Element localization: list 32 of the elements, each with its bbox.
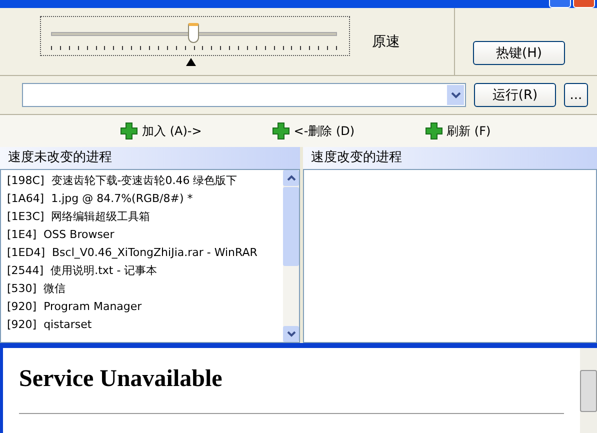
dropdown-icon[interactable] <box>447 85 464 105</box>
slider-thumb[interactable] <box>188 22 199 42</box>
plus-icon <box>424 122 443 140</box>
process-item[interactable]: [1ED4] Bscl_V0.46_XiTongZhiJia.rar - WinRAR <box>7 244 283 262</box>
scrollbar[interactable] <box>580 348 597 433</box>
position-marker-icon <box>186 58 196 66</box>
plus-icon <box>272 122 290 140</box>
speed-label: 原速 <box>372 32 400 50</box>
plus-icon <box>120 122 138 140</box>
panel-header: 速度改变的进程 <box>303 147 597 169</box>
panel-header: 速度未改变的进程 <box>0 147 300 169</box>
close-button[interactable] <box>573 0 595 8</box>
scroll-down-icon[interactable] <box>286 331 296 337</box>
process-item[interactable]: [920] Program Manager <box>7 298 283 316</box>
scrollbar[interactable] <box>283 170 299 342</box>
minimize-button[interactable] <box>549 0 571 8</box>
action-button[interactable]: 加入 (A)-> <box>120 122 202 140</box>
process-item[interactable]: [1A64] 1.jpg @ 84.7%(RGB/8#) * <box>7 190 283 208</box>
process-item[interactable]: [1E4] OSS Browser <box>7 226 283 244</box>
hotkey-button[interactable]: 热键(H) <box>473 41 565 65</box>
action-button[interactable]: <-删除 (D) <box>272 122 355 140</box>
browse-button[interactable]: ... <box>564 83 588 107</box>
process-item[interactable]: [920] qistarset <box>7 316 283 334</box>
process-item[interactable]: [198C] 变速齿轮下载-变速齿轮0.46 绿色版下 <box>7 172 283 190</box>
process-combo[interactable] <box>22 83 466 107</box>
process-item[interactable]: [1E3C] 网络编辑超级工具箱 <box>7 208 283 226</box>
process-item[interactable]: [2544] 使用说明.txt - 记事本 <box>7 262 283 280</box>
scroll-up-icon[interactable] <box>286 175 296 181</box>
process-item[interactable]: [530] 微信 <box>7 280 283 298</box>
action-button[interactable]: 刷新 (F) <box>424 122 491 140</box>
page-heading: Service Unavailable <box>19 366 224 393</box>
run-button[interactable]: 运行(R) <box>474 83 556 107</box>
